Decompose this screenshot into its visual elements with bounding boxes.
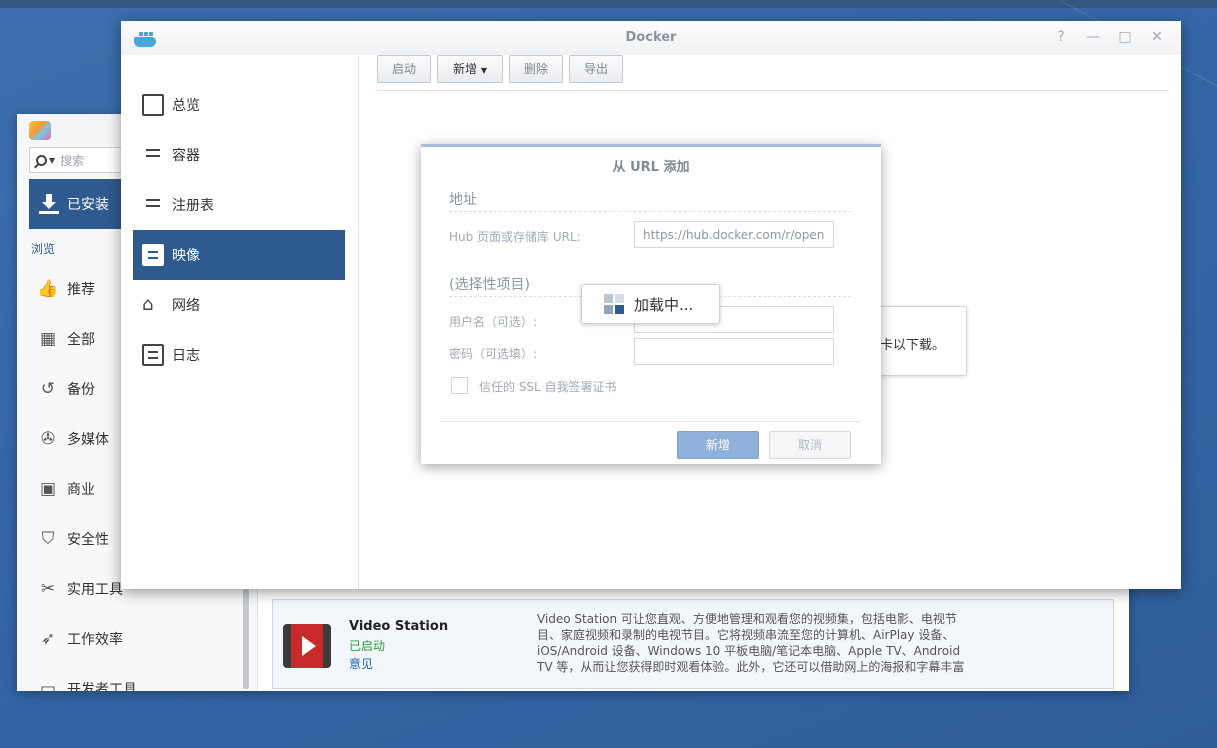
trust-ssl-checkbox[interactable] xyxy=(451,377,468,394)
sidebar-item-label: 全部 xyxy=(67,332,95,348)
image-icon xyxy=(142,244,164,266)
sidebar-item-overview[interactable]: 总览 xyxy=(133,80,345,130)
package-description: Video Station 可让您直观、方便地管理和观看您的视频集，包括电影、电… xyxy=(537,612,965,674)
sidebar-scrollbar[interactable] xyxy=(243,589,249,689)
download-icon xyxy=(39,194,59,214)
sidebar-item-label: 工作效率 xyxy=(67,632,123,648)
search-placeholder: 搜索 xyxy=(60,153,85,168)
sidebar-item-label: 推荐 xyxy=(67,282,95,298)
film-reel-icon: ✇ xyxy=(40,429,56,449)
address-section-title: 地址 xyxy=(449,192,477,208)
section-divider xyxy=(449,211,851,212)
sidebar-item-label: 实用工具 xyxy=(67,582,123,598)
sidebar-item-container[interactable]: 容器 xyxy=(133,130,345,180)
window-title: Docker xyxy=(625,30,677,45)
container-icon xyxy=(142,144,164,166)
registry-icon xyxy=(142,194,164,216)
url-label: Hub 页面或存储库 URL: xyxy=(449,230,581,244)
overview-icon xyxy=(142,94,164,116)
sidebar-item-image[interactable]: 映像 xyxy=(133,230,345,280)
sidebar-item-label: 日志 xyxy=(172,348,200,364)
browse-section-label: 浏览 xyxy=(31,242,56,256)
maximize-icon[interactable]: □ xyxy=(1117,29,1133,45)
sidebar-item-log[interactable]: 日志 xyxy=(133,330,345,380)
add-dropdown-button[interactable]: 新增 ▼ xyxy=(437,55,503,83)
add-button[interactable]: 新增 xyxy=(677,431,759,459)
password-input[interactable] xyxy=(634,338,834,365)
chevron-down-icon: ▼ xyxy=(49,155,56,165)
export-button[interactable]: 导出 xyxy=(569,55,623,83)
sidebar-item-label: 商业 xyxy=(67,482,95,498)
password-label: 密码（可选填）: xyxy=(449,347,538,361)
desktop-top-bar xyxy=(0,0,1217,8)
thumbs-up-icon: 👍 xyxy=(37,279,59,299)
dialog-title: 从 URL 添加 xyxy=(612,160,690,175)
help-icon[interactable]: ? xyxy=(1053,29,1069,45)
terminal-icon: ▭ xyxy=(39,679,57,691)
toolbar-divider xyxy=(377,90,1169,91)
sidebar-item-label: 容器 xyxy=(172,148,200,164)
optional-section-title: (选择性项目) xyxy=(449,277,530,293)
start-button[interactable]: 启动 xyxy=(377,55,431,83)
sidebar-item-registry[interactable]: 注册表 xyxy=(133,180,345,230)
package-name: Video Station xyxy=(349,619,449,634)
chevron-down-icon: ▼ xyxy=(480,66,487,75)
wrench-icon: ✂ xyxy=(40,579,56,599)
log-icon xyxy=(142,344,164,366)
sidebar-item-label: 备份 xyxy=(67,382,95,398)
feedback-link[interactable]: 意见 xyxy=(349,655,373,672)
add-button-label: 新增 xyxy=(453,62,478,76)
delete-button[interactable]: 删除 xyxy=(509,55,563,83)
package-center-logo-icon xyxy=(29,121,51,140)
sidebar-item-label: 网络 xyxy=(172,298,200,314)
close-icon[interactable]: ✕ xyxy=(1149,29,1165,45)
backup-icon: ↺ xyxy=(40,379,56,399)
sidebar-item-label: 总览 xyxy=(172,98,200,114)
sidebar-item-label: 开发者工具 xyxy=(67,682,137,691)
docker-sidebar: 总览 容器 注册表 映像 ⌂ 网络 日志 xyxy=(121,55,359,589)
rocket-icon: ➶ xyxy=(40,629,56,649)
minimize-icon[interactable]: — xyxy=(1085,29,1101,45)
grid-icon: ▦ xyxy=(39,329,57,349)
docker-titlebar[interactable]: Docker ? — □ ✕ xyxy=(121,21,1181,55)
cancel-button[interactable]: 取消 xyxy=(769,431,851,459)
search-input[interactable]: ▼ 搜索 xyxy=(29,147,129,173)
sidebar-item-label: 已安装 xyxy=(67,197,109,213)
search-icon xyxy=(36,154,47,166)
sidebar-item-label: 映像 xyxy=(172,248,200,264)
sidebar-item-label: 多媒体 xyxy=(67,432,109,448)
video-station-icon xyxy=(283,624,331,668)
dialog-footer-divider xyxy=(441,421,861,422)
package-card-video-station[interactable]: Video Station 已启动 意见 Video Station 可让您直观… xyxy=(272,599,1114,689)
shield-icon: ⛉ xyxy=(41,529,55,549)
sidebar-item-developer-tools[interactable]: ▭ 开发者工具 xyxy=(37,674,247,691)
sidebar-item-network[interactable]: ⌂ 网络 xyxy=(133,280,345,330)
username-label: 用户名（可选）: xyxy=(449,315,538,329)
sidebar-item-productivity[interactable]: ➶ 工作效率 xyxy=(37,624,247,654)
trust-ssl-label: 信任的 SSL 自我签署证书 xyxy=(479,380,617,394)
loading-indicator: 加载中... xyxy=(581,284,720,324)
loading-spinner-icon xyxy=(604,294,624,314)
package-status: 已启动 xyxy=(349,639,386,653)
briefcase-icon: ▣ xyxy=(39,479,57,499)
sidebar-item-label: 安全性 xyxy=(67,532,109,548)
sidebar-item-label: 注册表 xyxy=(172,198,214,214)
url-input[interactable]: https://hub.docker.com/r/open xyxy=(634,221,834,248)
loading-text: 加载中... xyxy=(634,295,694,314)
network-icon: ⌂ xyxy=(142,294,154,315)
